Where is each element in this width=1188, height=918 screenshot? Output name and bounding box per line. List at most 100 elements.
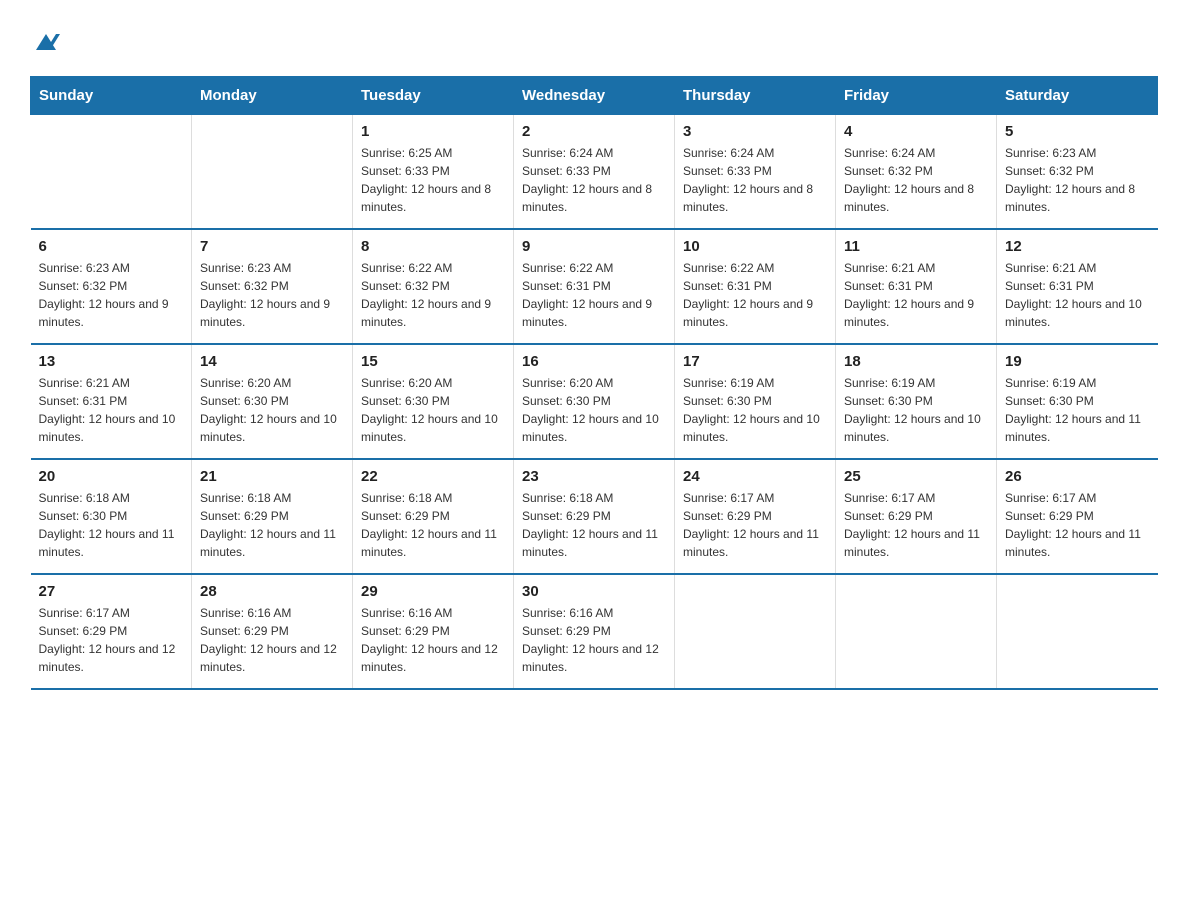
calendar-cell: 5 Sunrise: 6:23 AMSunset: 6:32 PMDaylight… [997, 115, 1158, 230]
calendar-cell: 25 Sunrise: 6:17 AMSunset: 6:29 PMDayligh… [836, 459, 997, 574]
day-info: Sunrise: 6:24 AMSunset: 6:33 PMDaylight:… [522, 144, 666, 216]
day-info: Sunrise: 6:24 AMSunset: 6:33 PMDaylight:… [683, 144, 827, 216]
calendar-week-1: 1Sunrise: 6:25 AMSunset: 6:33 PMDaylight… [31, 115, 1158, 230]
calendar-cell: 23 Sunrise: 6:18 AMSunset: 6:29 PMDayligh… [514, 459, 675, 574]
day-info: Sunrise: 6:18 AMSunset: 6:29 PMDaylight:… [361, 489, 505, 561]
day-info: Sunrise: 6:17 AMSunset: 6:29 PMDaylight:… [844, 489, 988, 561]
calendar-cell: 9 Sunrise: 6:22 AMSunset: 6:31 PMDaylight… [514, 229, 675, 344]
calendar-cell: 12 Sunrise: 6:21 AMSunset: 6:31 PMDayligh… [997, 229, 1158, 344]
calendar-cell: 29Sunrise: 6:16 AMSunset: 6:29 PMDayligh… [353, 574, 514, 689]
day-info: Sunrise: 6:19 AMSunset: 6:30 PMDaylight:… [1005, 374, 1150, 446]
day-number: 1 [361, 123, 505, 140]
calendar-cell: 7Sunrise: 6:23 AMSunset: 6:32 PMDaylight… [192, 229, 353, 344]
header-tuesday: Tuesday [353, 77, 514, 115]
calendar-cell: 17 Sunrise: 6:19 AMSunset: 6:30 PMDayligh… [675, 344, 836, 459]
day-number: 26 [1005, 468, 1150, 485]
calendar-cell [836, 574, 997, 689]
calendar-table: SundayMondayTuesdayWednesdayThursdayFrid… [30, 76, 1158, 690]
day-number: 8 [361, 238, 505, 255]
calendar-cell: 27 Sunrise: 6:17 AMSunset: 6:29 PMDayligh… [31, 574, 192, 689]
calendar-week-2: 6 Sunrise: 6:23 AMSunset: 6:32 PMDaylight… [31, 229, 1158, 344]
calendar-week-4: 20 Sunrise: 6:18 AMSunset: 6:30 PMDayligh… [31, 459, 1158, 574]
day-number: 16 [522, 353, 666, 370]
day-info: Sunrise: 6:16 AMSunset: 6:29 PMDaylight:… [361, 604, 505, 676]
day-number: 22 [361, 468, 505, 485]
day-info: Sunrise: 6:20 AMSunset: 6:30 PMDaylight:… [522, 374, 666, 446]
header-sunday: Sunday [31, 77, 192, 115]
day-info: Sunrise: 6:24 AMSunset: 6:32 PMDaylight:… [844, 144, 988, 216]
calendar-cell: 11 Sunrise: 6:21 AMSunset: 6:31 PMDayligh… [836, 229, 997, 344]
day-info: Sunrise: 6:22 AMSunset: 6:32 PMDaylight:… [361, 259, 505, 331]
day-info: Sunrise: 6:21 AMSunset: 6:31 PMDaylight:… [39, 374, 184, 446]
calendar-cell [192, 115, 353, 230]
calendar-cell: 19 Sunrise: 6:19 AMSunset: 6:30 PMDayligh… [997, 344, 1158, 459]
day-info: Sunrise: 6:22 AMSunset: 6:31 PMDaylight:… [683, 259, 827, 331]
day-number: 17 [683, 353, 827, 370]
day-info: Sunrise: 6:17 AMSunset: 6:29 PMDaylight:… [1005, 489, 1150, 561]
day-number: 2 [522, 123, 666, 140]
calendar-cell: 28 Sunrise: 6:16 AMSunset: 6:29 PMDayligh… [192, 574, 353, 689]
calendar-cell: 30 Sunrise: 6:16 AMSunset: 6:29 PMDayligh… [514, 574, 675, 689]
day-info: Sunrise: 6:17 AMSunset: 6:29 PMDaylight:… [683, 489, 827, 561]
day-info: Sunrise: 6:22 AMSunset: 6:31 PMDaylight:… [522, 259, 666, 331]
day-number: 18 [844, 353, 988, 370]
day-number: 10 [683, 238, 827, 255]
header-wednesday: Wednesday [514, 77, 675, 115]
calendar-cell: 18Sunrise: 6:19 AMSunset: 6:30 PMDayligh… [836, 344, 997, 459]
day-number: 12 [1005, 238, 1150, 255]
day-number: 4 [844, 123, 988, 140]
day-number: 14 [200, 353, 344, 370]
day-info: Sunrise: 6:18 AMSunset: 6:29 PMDaylight:… [200, 489, 344, 561]
calendar-cell: 1Sunrise: 6:25 AMSunset: 6:33 PMDaylight… [353, 115, 514, 230]
calendar-cell: 20 Sunrise: 6:18 AMSunset: 6:30 PMDayligh… [31, 459, 192, 574]
calendar-cell: 14 Sunrise: 6:20 AMSunset: 6:30 PMDayligh… [192, 344, 353, 459]
day-number: 25 [844, 468, 988, 485]
day-number: 20 [39, 468, 184, 485]
day-info: Sunrise: 6:16 AMSunset: 6:29 PMDaylight:… [522, 604, 666, 676]
header-friday: Friday [836, 77, 997, 115]
page-header [30, 20, 1158, 56]
calendar-week-5: 27 Sunrise: 6:17 AMSunset: 6:29 PMDayligh… [31, 574, 1158, 689]
day-info: Sunrise: 6:21 AMSunset: 6:31 PMDaylight:… [844, 259, 988, 331]
calendar-cell: 15Sunrise: 6:20 AMSunset: 6:30 PMDayligh… [353, 344, 514, 459]
day-number: 9 [522, 238, 666, 255]
day-number: 28 [200, 583, 344, 600]
calendar-cell: 3 Sunrise: 6:24 AMSunset: 6:33 PMDaylight… [675, 115, 836, 230]
day-number: 27 [39, 583, 184, 600]
day-info: Sunrise: 6:16 AMSunset: 6:29 PMDaylight:… [200, 604, 344, 676]
calendar-cell [31, 115, 192, 230]
day-number: 23 [522, 468, 666, 485]
day-number: 6 [39, 238, 184, 255]
calendar-cell: 8 Sunrise: 6:22 AMSunset: 6:32 PMDaylight… [353, 229, 514, 344]
logo [30, 28, 62, 56]
day-info: Sunrise: 6:20 AMSunset: 6:30 PMDaylight:… [200, 374, 344, 446]
header-monday: Monday [192, 77, 353, 115]
day-info: Sunrise: 6:23 AMSunset: 6:32 PMDaylight:… [1005, 144, 1150, 216]
calendar-header-row: SundayMondayTuesdayWednesdayThursdayFrid… [31, 77, 1158, 115]
day-info: Sunrise: 6:19 AMSunset: 6:30 PMDaylight:… [683, 374, 827, 446]
day-info: Sunrise: 6:21 AMSunset: 6:31 PMDaylight:… [1005, 259, 1150, 331]
calendar-cell: 13Sunrise: 6:21 AMSunset: 6:31 PMDayligh… [31, 344, 192, 459]
day-info: Sunrise: 6:20 AMSunset: 6:30 PMDaylight:… [361, 374, 505, 446]
day-number: 11 [844, 238, 988, 255]
day-number: 3 [683, 123, 827, 140]
day-number: 5 [1005, 123, 1150, 140]
day-number: 24 [683, 468, 827, 485]
calendar-cell [675, 574, 836, 689]
day-info: Sunrise: 6:18 AMSunset: 6:29 PMDaylight:… [522, 489, 666, 561]
calendar-cell: 10 Sunrise: 6:22 AMSunset: 6:31 PMDayligh… [675, 229, 836, 344]
day-number: 30 [522, 583, 666, 600]
calendar-cell: 16 Sunrise: 6:20 AMSunset: 6:30 PMDayligh… [514, 344, 675, 459]
calendar-cell: 2 Sunrise: 6:24 AMSunset: 6:33 PMDaylight… [514, 115, 675, 230]
day-info: Sunrise: 6:18 AMSunset: 6:30 PMDaylight:… [39, 489, 184, 561]
calendar-cell: 26 Sunrise: 6:17 AMSunset: 6:29 PMDayligh… [997, 459, 1158, 574]
calendar-cell: 22 Sunrise: 6:18 AMSunset: 6:29 PMDayligh… [353, 459, 514, 574]
day-number: 19 [1005, 353, 1150, 370]
calendar-cell: 21Sunrise: 6:18 AMSunset: 6:29 PMDayligh… [192, 459, 353, 574]
calendar-week-3: 13Sunrise: 6:21 AMSunset: 6:31 PMDayligh… [31, 344, 1158, 459]
day-info: Sunrise: 6:17 AMSunset: 6:29 PMDaylight:… [39, 604, 184, 676]
calendar-cell [997, 574, 1158, 689]
calendar-cell: 24 Sunrise: 6:17 AMSunset: 6:29 PMDayligh… [675, 459, 836, 574]
header-saturday: Saturday [997, 77, 1158, 115]
day-info: Sunrise: 6:23 AMSunset: 6:32 PMDaylight:… [200, 259, 344, 331]
